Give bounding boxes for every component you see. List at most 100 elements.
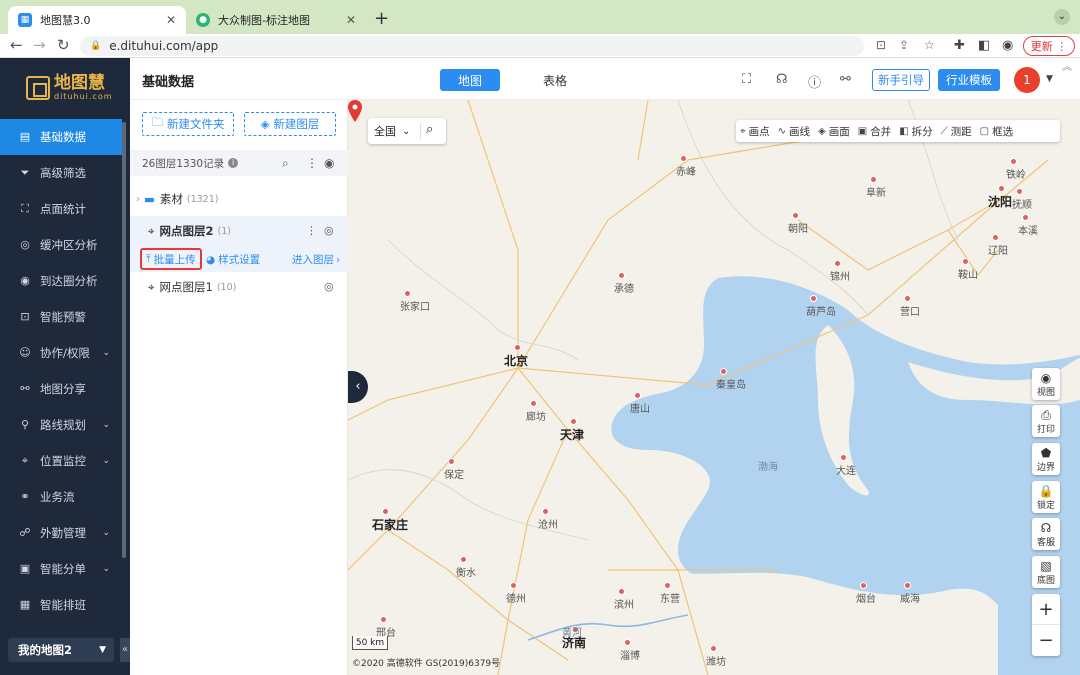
help-icon[interactable]: ⓘ (808, 72, 821, 91)
sidebar-item[interactable]: ▣ 智能分单 ⌄ (0, 551, 122, 587)
folder-count: (1321) (186, 193, 219, 205)
address-bar[interactable]: 🔒 e.dituhui.com/app (80, 36, 864, 56)
sidebar-item[interactable]: ⚯ 地图分享 (0, 371, 122, 407)
new-folder-label: 新建文件夹 (167, 117, 225, 131)
close-tab-icon[interactable]: ✕ (166, 13, 176, 27)
chevron-up-icon[interactable]: ︽ (1062, 58, 1072, 73)
search-icon[interactable]: ⌕ (282, 156, 289, 171)
more-vertical-icon[interactable]: ⋮ (306, 156, 318, 170)
city-label: 抚顺 (1012, 200, 1032, 211)
map-tool-button[interactable]: ▢ 框选 (976, 124, 1017, 139)
collapse-sidebar-button[interactable]: « (120, 638, 130, 662)
new-folder-button[interactable]: 🗀 新建文件夹 (142, 112, 234, 136)
map-canvas[interactable]: 北京 天津 石家庄 沈阳 济南 赤峰 阜新 铁岭 抚顺 本溪 辽阳 鞍山 朝阳 锦州 葫芦岛 营口 承德 张家口秦… (348, 100, 1080, 675)
my-map-selector[interactable]: 我的地图2 ▼ (8, 638, 114, 662)
share-icon[interactable]: ⚯ (840, 72, 851, 87)
sidebar-item[interactable]: ⊡ 智能预警 (0, 299, 122, 335)
side-panel-icon[interactable]: ◧ (978, 38, 990, 53)
zoom-in-button[interactable]: + (1032, 594, 1060, 625)
map-tool-button[interactable]: ◧ 拆分 (895, 124, 936, 139)
sidebar-item[interactable]: ☍ 外勤管理 ⌄ (0, 515, 122, 551)
city-marker (624, 639, 631, 646)
city-marker (380, 616, 387, 623)
map-side-button[interactable]: ⬟ 边界 (1032, 443, 1060, 475)
map-tool-button[interactable]: ⟋ 测距 (937, 124, 976, 139)
city-label: 沈阳 (988, 195, 1013, 209)
layer-row-layer1[interactable]: ⌖ 网点图层1 (10) (130, 274, 348, 300)
city-marker (840, 454, 847, 461)
sidebar-item[interactable]: ▤ 基础数据 (0, 119, 122, 155)
region-label: 全国 (374, 125, 396, 138)
upload-icon: ⤒ (146, 252, 151, 265)
zoom-out-button[interactable]: − (1032, 625, 1060, 656)
sidebar-item-label: 协作/权限 (40, 346, 90, 360)
map-tool-button[interactable]: ⌖ 画点 (736, 124, 774, 139)
sidebar-item[interactable]: ⏷ 高级筛选 (0, 155, 122, 191)
info-icon[interactable]: i (228, 158, 239, 168)
eye-icon[interactable]: ◉ (324, 156, 334, 170)
sidebar-item[interactable]: ⚭ 业务流 (0, 479, 122, 515)
map-side-button[interactable]: ☊ 客服 (1032, 518, 1060, 550)
sidebar-item[interactable]: ☺ 协作/权限 ⌄ (0, 335, 122, 371)
map-side-button[interactable]: ◉ 视图 (1032, 368, 1060, 400)
layer-panel: 🗀 新建文件夹 ◈ 新建图层 26图层1330记录 i ⌕ ⋮ ◉ › ▬ 素材… (130, 100, 348, 675)
location-marker-icon[interactable] (348, 100, 362, 122)
map-tool-button[interactable]: ▣ 合并 (854, 124, 895, 139)
enter-layer-button[interactable]: 进入图层 › (292, 252, 340, 267)
chevron-right-icon[interactable]: › (136, 194, 140, 205)
sidebar-item-label: 位置监控 (40, 454, 86, 468)
map-tool-button[interactable]: ◈ 画面 (814, 124, 854, 139)
map-tool-button[interactable]: ∿ 画线 (774, 124, 814, 139)
app-logo[interactable]: 地图慧 dituhui.com (26, 74, 113, 101)
profile-icon[interactable]: ◉ (1002, 38, 1013, 53)
bookmark-star-icon[interactable]: ☆ (924, 38, 935, 52)
forward-icon[interactable]: → (33, 36, 46, 54)
reload-icon[interactable]: ↻ (57, 36, 70, 54)
map-side-button[interactable]: ▧ 底图 (1032, 556, 1060, 588)
avatar[interactable]: 1 (1014, 67, 1040, 93)
style-settings-button[interactable]: ◕ 样式设置 (206, 252, 260, 267)
extensions-icon[interactable]: ✚ (954, 38, 965, 53)
layer-row-active[interactable]: ⌖ 网点图层2 (1) ⋮ ◎ ⤒ 批量上传 ◕ 样式设置 进入图层 › (130, 216, 348, 272)
collab-icon: ☺ (19, 346, 31, 359)
back-icon[interactable]: ← (10, 36, 23, 54)
eye-hidden-icon[interactable]: ◎ (324, 280, 334, 293)
new-tab-button[interactable]: + (374, 8, 389, 29)
search-icon[interactable]: ⌕ (426, 122, 433, 137)
dispatch-icon: ▣ (19, 562, 31, 575)
translate-icon[interactable]: ⊡ (876, 38, 886, 52)
beginner-guide-button[interactable]: 新手引导 (872, 69, 930, 91)
tab-search-button[interactable]: ⌄ (1054, 9, 1070, 25)
folder-row-material[interactable]: › ▬ 素材 (1321) (130, 186, 348, 212)
city-marker (618, 272, 625, 279)
sidebar-item[interactable]: ⚲ 路线规划 ⌄ (0, 407, 122, 443)
sidebar-item[interactable]: ◎ 缓冲区分析 (0, 227, 122, 263)
region-selector[interactable]: 全国 ⌄ ⌕ (368, 118, 446, 144)
sidebar-item[interactable]: ⌖ 位置监控 ⌄ (0, 443, 122, 479)
industry-template-button[interactable]: 行业模板 (938, 69, 1000, 91)
share-page-icon[interactable]: ⇪ (899, 38, 909, 52)
tab-table[interactable]: 表格 (525, 69, 585, 91)
headset-icon[interactable]: ☊ (776, 72, 788, 87)
schedule-icon: ▦ (19, 598, 31, 611)
sidebar-item[interactable]: ▦ 智能排班 (0, 587, 122, 623)
sidebar-item[interactable]: ◉ 到达圈分析 (0, 263, 122, 299)
browser-update-button[interactable]: 更新 ⋮ (1023, 36, 1075, 56)
map-side-button[interactable]: 🔒 锁定 (1032, 481, 1060, 513)
map-side-button[interactable]: ⎙ 打印 (1032, 405, 1060, 437)
more-vertical-icon[interactable]: ⋮ (306, 224, 317, 237)
caret-down-icon[interactable]: ▼ (1046, 74, 1053, 84)
new-layer-button[interactable]: ◈ 新建图层 (244, 112, 336, 136)
sidebar-scrollbar[interactable] (122, 122, 126, 558)
table-icon: ▤ (19, 130, 31, 143)
browser-tab-dazhong[interactable]: ● 大众制图-标注地图 ✕ (186, 6, 366, 34)
close-tab-icon[interactable]: ✕ (346, 13, 356, 27)
fullscreen-icon[interactable]: ⛶ (742, 72, 751, 87)
sidebar-item[interactable]: ⛶ 点面统计 (0, 191, 122, 227)
caret-down-icon: ▼ (99, 645, 106, 655)
tab-map[interactable]: 地图 (440, 69, 500, 91)
browser-tab-dituhui[interactable]: ▦ 地图慧3.0 ✕ (8, 6, 186, 34)
city-label: 淄博 (620, 651, 640, 662)
eye-hidden-icon[interactable]: ◎ (324, 224, 334, 237)
batch-upload-button[interactable]: ⤒ 批量上传 (140, 248, 202, 270)
